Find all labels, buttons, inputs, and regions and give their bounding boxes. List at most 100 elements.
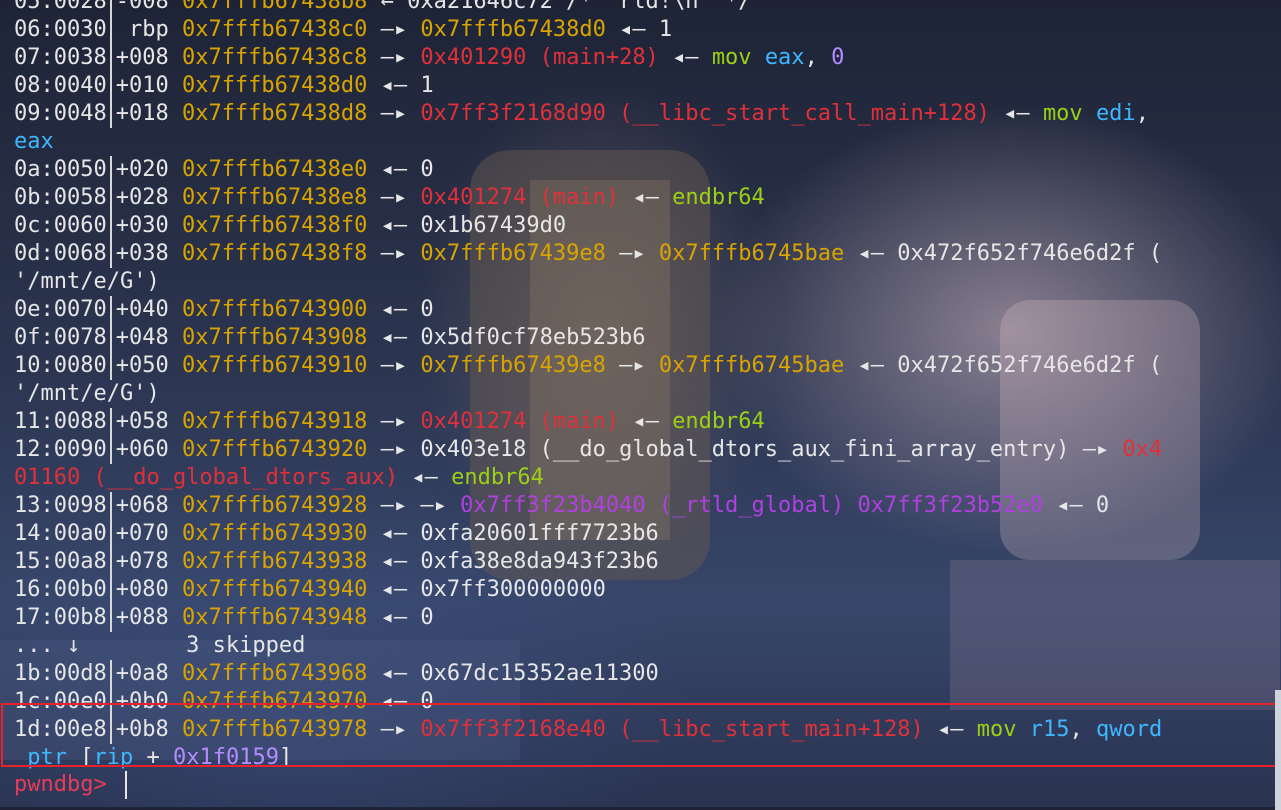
stack-offset: +0a8: [115, 661, 169, 686]
wrapped-line: 01160 (__do_global_dtors_aux) ◂— endbr64: [0, 464, 1281, 492]
stack-offset: +068: [115, 493, 169, 518]
code-symbol: 0x401274 (main): [420, 185, 620, 210]
column-separator: [109, 408, 112, 436]
instruction: mov: [711, 45, 752, 70]
command-prompt[interactable]: pwndbg>: [14, 771, 127, 799]
stack-index: 10:0080: [14, 353, 107, 378]
wrapped-line: eax: [0, 128, 1281, 156]
pointer-arrow: —▸: [380, 409, 408, 434]
highlight-box: [1, 703, 1278, 767]
deref-value: ◂— 1: [619, 17, 673, 42]
stack-address: 0x7fffb6743968: [181, 661, 368, 686]
instruction: mov: [1042, 101, 1083, 126]
stack-index: 17:00b8: [14, 605, 107, 630]
stack-entry: 13:0098 +068 0x7fffb6743928 —▸ —▸ 0x7ff3f…: [0, 492, 1281, 520]
stack-index: 0e:0070: [14, 297, 107, 322]
stack-address: 0x7fffb6743938: [181, 549, 368, 574]
stack-address: 0x7fffb6743920: [181, 437, 368, 462]
register: eax: [14, 129, 54, 154]
deref-value: ◂— 1: [380, 73, 434, 98]
column-separator: [109, 212, 112, 240]
stack-index: 16:00b0: [14, 577, 107, 602]
pointer-arrow: —▸: [619, 241, 646, 266]
stack-address: 0x7fffb67438f8: [181, 241, 368, 266]
column-separator: [109, 660, 112, 688]
deref-value: ◂— 0xfa20601fff7723b6: [380, 521, 659, 546]
stack-entry: 0b:0058 +028 0x7fffb67438e8 —▸ 0x401274 (…: [0, 184, 1281, 212]
stack-entry: 05:0028 -008 0x7fffb67438b8 ← 0xa21646c72…: [0, 0, 1281, 16]
stack-offset: +080: [115, 577, 169, 602]
stack-index: 0a:0050: [14, 157, 107, 182]
stack-index: 15:00a8: [14, 549, 107, 574]
pointer-arrow: —▸: [380, 17, 408, 42]
stack-index: 0b:0058: [14, 185, 107, 210]
pointer-arrow: —▸: [380, 185, 408, 210]
stack-entry: 0c:0060 +030 0x7fffb67438f0 ◂— 0x1b67439d…: [0, 212, 1281, 240]
pointer-value: 0x7fffb67438d0: [420, 17, 606, 42]
pointer-value: 0x7fffb67439e8: [420, 241, 606, 266]
stack-address: 0x7fffb67438d0: [181, 73, 368, 98]
stack-entry: 0a:0050 +020 0x7fffb67438e0 ◂— 0: [0, 156, 1281, 184]
stack-entry: 1b:00d8 +0a8 0x7fffb6743968 ◂— 0x67dc1535…: [0, 660, 1281, 688]
stack-index: 0d:0068: [14, 241, 107, 266]
column-separator: [109, 548, 112, 576]
scrollbar[interactable]: [1275, 690, 1281, 810]
stack-address: 0x7fffb67438d8: [181, 101, 368, 126]
pointer-value: 0x7fffb67439e8: [420, 353, 606, 378]
pointer-arrow: —▸: [619, 353, 646, 378]
instruction: endbr64: [672, 185, 765, 210]
stack-address: 0x7fffb6743948: [181, 605, 368, 630]
column-separator: [109, 240, 112, 268]
pointer-value: 0x7fffb6745bae: [658, 353, 845, 378]
stack-address: 0x7fffb67438f0: [181, 213, 368, 238]
stack-offset: +040: [115, 297, 169, 322]
pointer-arrow: —▸: [380, 493, 408, 518]
instruction: endbr64: [672, 409, 765, 434]
stack-offset: rbp: [115, 17, 169, 42]
deref-value: ◂— 0x67dc15352ae11300: [380, 661, 659, 686]
stack-index: 11:0088: [14, 409, 107, 434]
stack-entry: 12:0090 +060 0x7fffb6743920 —▸ 0x403e18 (…: [0, 436, 1281, 464]
stack-entry: 06:0030 rbp 0x7fffb67438c0 —▸ 0x7fffb674…: [0, 16, 1281, 44]
column-separator: [109, 520, 112, 548]
column-separator: [109, 156, 112, 184]
wrapped-line: '/mnt/e/G'): [0, 380, 1281, 408]
stack-offset: +058: [115, 409, 169, 434]
stack-address: 0x7fffb6743908: [181, 325, 368, 350]
wrapped-string: '/mnt/e/G'): [14, 381, 160, 406]
column-separator: [109, 44, 112, 72]
stack-index: 08:0040: [14, 73, 107, 98]
stack-index: 05:0028: [14, 0, 107, 14]
stack-entry: 0e:0070 +040 0x7fffb6743900 ◂— 0: [0, 296, 1281, 324]
stack-address: 0x7fffb67438e0: [181, 157, 368, 182]
stack-address: 0x7fffb6743900: [181, 297, 368, 322]
column-separator: [109, 100, 112, 128]
stack-index: 14:00a0: [14, 521, 107, 546]
deref-value: ◂— 0x1b67439d0: [380, 213, 567, 238]
stack-offset: +038: [115, 241, 169, 266]
register: eax: [764, 45, 805, 70]
column-separator: [109, 324, 112, 352]
stack-offset: +018: [115, 101, 169, 126]
stack-index: 1b:00d8: [14, 661, 107, 686]
stack-offset: +008: [115, 45, 169, 70]
deref-value: ◂— 0: [380, 297, 434, 322]
stack-index: 0f:0078: [14, 325, 107, 350]
stack-offset: +048: [115, 325, 169, 350]
prompt-label: pwndbg>: [14, 772, 107, 797]
code-symbol: 0x4: [1122, 437, 1163, 462]
stack-index: 12:0090: [14, 437, 107, 462]
pointer-arrow: —▸: [380, 101, 408, 126]
deref-value: ◂— 0: [1056, 493, 1110, 518]
register: edi: [1095, 101, 1136, 126]
stack-address: 0x7fffb6743940: [181, 577, 368, 602]
skipped-line: ... ↓ 3 skipped: [0, 632, 1281, 660]
pwndbg-stack-view: 05:0028 -008 0x7fffb67438b8 ← 0xa21646c72…: [0, 0, 1281, 772]
wrapped-line: '/mnt/e/G'): [0, 268, 1281, 296]
deref-value: ◂— 0xfa38e8da943f23b6: [380, 549, 659, 574]
stack-offset: +078: [115, 549, 169, 574]
column-separator: [109, 604, 112, 632]
column-separator: [109, 296, 112, 324]
wrapped-string: '/mnt/e/G'): [14, 269, 160, 294]
instruction: endbr64: [451, 465, 544, 490]
